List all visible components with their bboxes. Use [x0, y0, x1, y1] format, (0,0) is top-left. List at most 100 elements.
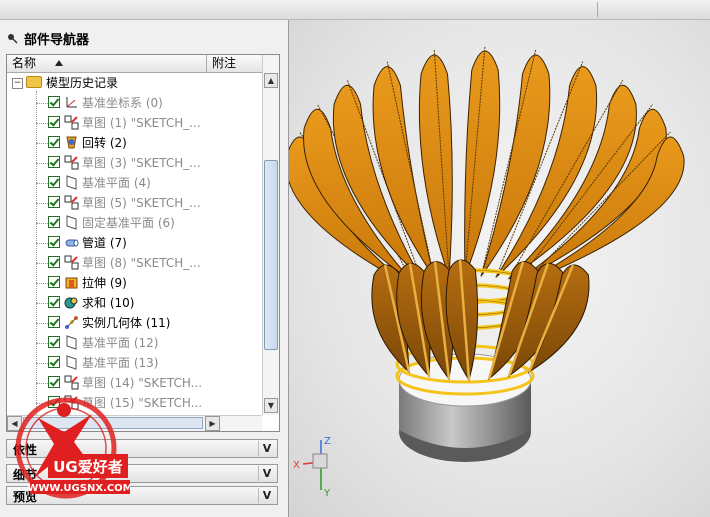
tree-row-feature[interactable]: 基准平面 (13) — [7, 353, 262, 373]
scroll-right-icon[interactable]: ▶ — [205, 416, 220, 431]
visibility-checkbox[interactable] — [48, 256, 60, 268]
visibility-checkbox[interactable] — [48, 316, 60, 328]
svg-text:Y: Y — [323, 488, 331, 499]
column-notes-header[interactable]: 附注 — [212, 55, 236, 72]
tree-row-feature[interactable]: 回转 (2) — [7, 133, 262, 153]
feature-label: 基准平面 (12) — [82, 336, 159, 350]
visibility-checkbox[interactable] — [48, 276, 60, 288]
tree-guide-line — [36, 91, 37, 431]
view-triad: Z X Y — [293, 436, 331, 499]
visibility-checkbox[interactable] — [48, 236, 60, 248]
tree-connector — [36, 163, 48, 164]
chevron-down-icon[interactable]: V — [258, 441, 275, 456]
sort-ascending-icon — [55, 60, 63, 66]
fixed-datum-plane-icon — [66, 215, 77, 230]
tree-row-feature[interactable]: 基准坐标系 (0) — [7, 93, 262, 113]
tree-connector — [36, 303, 48, 304]
visibility-checkbox[interactable] — [48, 296, 60, 308]
feature-label: 草图 (3) "SKETCH_... — [82, 156, 201, 170]
folder-icon — [26, 76, 42, 88]
feature-label: 草图 (8) "SKETCH_... — [82, 256, 201, 270]
feature-label: 草图 (14) "SKETCH... — [82, 376, 203, 390]
tree-row-feature[interactable]: 固定基准平面 (6) — [7, 213, 262, 233]
tree-row-feature[interactable]: 草图 (1) "SKETCH_... — [7, 113, 262, 133]
vertical-scrollbar[interactable]: ▲ ▼ — [262, 55, 279, 415]
feature-tree: 名称 附注 − 模型历史记录 基准坐标系 (0) 草图 (1) "SKETCH_.… — [6, 54, 280, 432]
visibility-checkbox[interactable] — [48, 176, 60, 188]
sketch-icon — [64, 375, 79, 390]
scroll-thumb[interactable] — [264, 160, 278, 350]
datum-csys-icon — [66, 97, 77, 108]
tree-row-feature[interactable]: 基准平面 (4) — [7, 173, 262, 193]
back-feathers — [289, 45, 685, 285]
svg-text:X: X — [293, 460, 300, 471]
visibility-checkbox[interactable] — [48, 96, 60, 108]
tree-rows: − 模型历史记录 基准坐标系 (0) 草图 (1) "SKETCH_... 回转 (… — [7, 73, 262, 413]
sketch-icon — [64, 195, 79, 210]
datum-plane-icon — [66, 335, 77, 350]
tree-connector — [36, 283, 48, 284]
sketch-icon — [64, 115, 79, 130]
tree-connector — [36, 123, 48, 124]
tube-icon — [65, 239, 79, 247]
tree-row-feature[interactable]: 草图 (14) "SKETCH... — [7, 373, 262, 393]
tree-row-feature[interactable]: 拉伸 (9) — [7, 273, 262, 293]
chevron-down-icon[interactable]: V — [258, 466, 275, 481]
visibility-checkbox[interactable] — [48, 136, 60, 148]
shuttlecock-model[interactable] — [289, 20, 710, 517]
visibility-checkbox[interactable] — [48, 336, 60, 348]
pin-icon[interactable] — [6, 32, 18, 44]
tree-connector — [36, 263, 48, 264]
datum-plane-icon — [66, 355, 77, 370]
tree-row-feature[interactable]: 求和 (10) — [7, 293, 262, 313]
unite-icon — [64, 297, 78, 309]
scroll-up-icon[interactable]: ▲ — [264, 73, 278, 88]
ugsnx-watermark-logo: UG爱好者 WWW.UGSNX.COM — [15, 397, 130, 499]
visibility-checkbox[interactable] — [48, 376, 60, 388]
sketch-icon — [64, 155, 79, 170]
collapse-icon[interactable]: − — [12, 78, 23, 89]
tree-row-feature[interactable]: 草图 (8) "SKETCH_... — [7, 253, 262, 273]
tree-connector — [36, 203, 48, 204]
extrude-icon — [65, 277, 78, 289]
visibility-checkbox[interactable] — [48, 216, 60, 228]
tree-row-feature[interactable]: 基准平面 (12) — [7, 333, 262, 353]
tree-connector — [36, 323, 48, 324]
feature-label: 基准平面 (13) — [82, 356, 159, 370]
feature-label: 基准平面 (4) — [82, 176, 151, 190]
graphics-window[interactable]: Z X Y — [289, 20, 710, 517]
tree-row-feature[interactable]: 管道 (7) — [7, 233, 262, 253]
visibility-checkbox[interactable] — [48, 356, 60, 368]
tree-row-feature[interactable]: 草图 (3) "SKETCH_... — [7, 153, 262, 173]
visibility-checkbox[interactable] — [48, 196, 60, 208]
tree-row-feature[interactable]: 实例几何体 (11) — [7, 313, 262, 333]
root-label: 模型历史记录 — [46, 76, 119, 90]
tree-connector — [36, 243, 48, 244]
tree-connector — [36, 363, 48, 364]
chevron-down-icon[interactable]: V — [258, 488, 275, 503]
visibility-checkbox[interactable] — [48, 116, 60, 128]
feature-label: 固定基准平面 (6) — [82, 216, 175, 230]
feature-label: 管道 (7) — [82, 236, 127, 250]
tree-connector — [36, 143, 48, 144]
feature-label: 基准坐标系 (0) — [82, 96, 163, 110]
tree-row-feature[interactable]: 草图 (5) "SKETCH_... — [7, 193, 262, 213]
tree-connector — [36, 103, 48, 104]
visibility-checkbox[interactable] — [48, 156, 60, 168]
svg-text:WWW.UGSNX.COM: WWW.UGSNX.COM — [27, 483, 130, 494]
instance-geometry-icon — [65, 316, 78, 329]
feature-label: 求和 (10) — [82, 296, 135, 310]
feature-label: 草图 (1) "SKETCH_... — [82, 116, 201, 130]
tree-root-model-history[interactable]: − 模型历史记录 — [7, 73, 262, 93]
tree-header: 名称 附注 — [7, 55, 262, 73]
datum-plane-icon — [66, 175, 77, 190]
sketch-icon — [64, 255, 79, 270]
toolbar-separator — [597, 2, 598, 17]
tree-connector — [36, 183, 48, 184]
top-toolbar — [0, 0, 710, 20]
column-name-header[interactable]: 名称 — [7, 55, 207, 72]
feature-label: 实例几何体 (11) — [82, 316, 171, 330]
panel-title: 部件导航器 — [24, 32, 90, 48]
feature-label: 回转 (2) — [82, 136, 127, 150]
scroll-down-icon[interactable]: ▼ — [264, 398, 278, 413]
